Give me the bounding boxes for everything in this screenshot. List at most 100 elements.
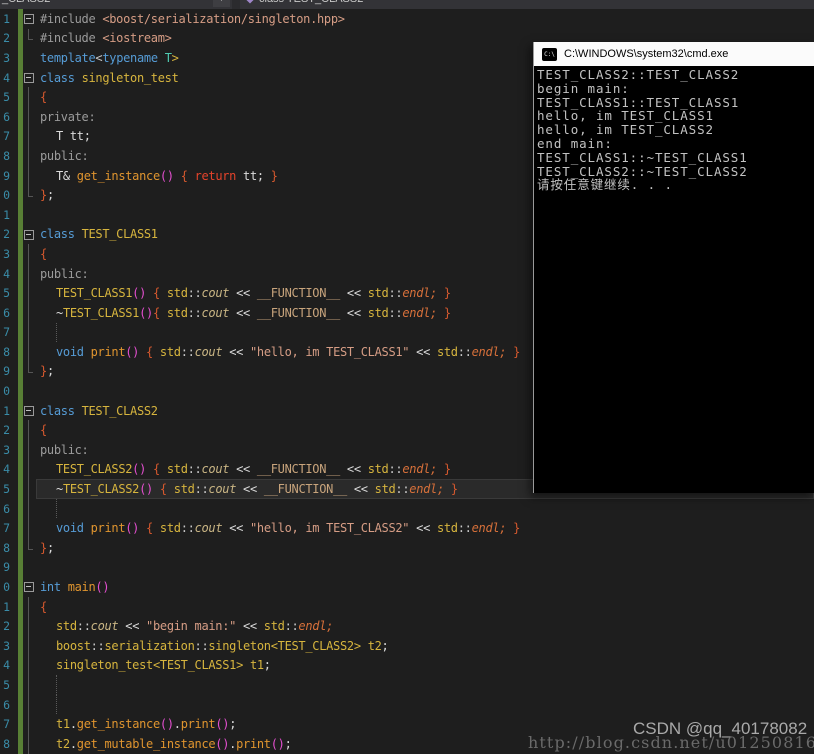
cmd-titlebar[interactable]: C:\ C:\WINDOWS\system32\cmd.exe <box>534 42 814 66</box>
class-icon <box>245 0 255 4</box>
code-line-text: TEST_CLASS2() { std::cout << __FUNCTION_… <box>36 462 451 476</box>
code-line-text: public: <box>36 443 89 457</box>
line-number: 1 <box>3 599 10 614</box>
code-token: return <box>194 168 237 183</box>
fold-guide <box>23 733 36 754</box>
code-token: singleton_test <box>81 70 179 85</box>
code-token: __FUNCTION__ <box>256 286 340 301</box>
code-token: void <box>56 344 91 359</box>
code-line-text: ~TEST_CLASS2() { std::cout << __FUNCTION… <box>36 482 458 496</box>
code-token: () <box>125 344 140 359</box>
fold-guide <box>23 146 36 166</box>
code-token: > <box>353 638 361 653</box>
fold-collapse-icon[interactable] <box>23 9 36 29</box>
line-number: 1 <box>3 403 10 418</box>
code-line-text: public: <box>36 149 89 163</box>
code-token: std <box>159 344 181 359</box>
code-line: 7 void print() { std::cout << "hello, im … <box>0 518 814 539</box>
code-token: :: <box>180 344 195 359</box>
code-line-text: int main() <box>36 580 110 595</box>
fold-guide <box>23 381 36 401</box>
code-token: . <box>173 717 181 732</box>
member-dropdown[interactable]: _CLASS2 <box>0 0 232 9</box>
type-dropdown-label: class TEST_CLASS2 <box>259 0 363 5</box>
code-line-text: T& get_instance() { return tt; } <box>36 169 278 183</box>
code-line-text: class singleton_test <box>36 71 179 85</box>
code-token: << <box>118 619 147 634</box>
code-token: T tt; <box>56 129 91 144</box>
code-token: () <box>159 168 174 183</box>
line-number: 7 <box>3 129 10 144</box>
code-token: std <box>173 482 195 497</box>
code-token: "hello, im TEST_CLASS1" <box>249 344 410 359</box>
fold-guide <box>23 126 36 147</box>
code-token: } <box>443 305 451 320</box>
code-token: endl; <box>409 482 444 497</box>
code-token: __FUNCTION__ <box>256 305 340 320</box>
line-number: 5 <box>3 482 10 497</box>
console-output[interactable]: TEST_CLASS2::TEST_CLASS2 begin main: TEST_… <box>534 66 814 493</box>
fold-collapse-icon[interactable] <box>23 401 36 421</box>
code-token: print <box>90 344 126 359</box>
code-token: () <box>139 482 153 497</box>
code-token: :: <box>284 619 299 634</box>
code-token: cout <box>201 305 230 320</box>
code-token: :: <box>388 462 403 477</box>
chevron-down-icon[interactable]: ▼ <box>213 0 230 7</box>
console-line: hello, im TEST_CLASS1 <box>537 108 714 124</box>
code-token: << <box>346 482 375 497</box>
fold-guide <box>23 283 36 303</box>
line-number: 6 <box>3 501 10 516</box>
code-token: get_mutable_instance <box>76 736 216 751</box>
code-line-text: template<typename T> <box>36 51 179 65</box>
line-number: 2 <box>3 423 10 438</box>
code-token: << <box>229 462 257 477</box>
code-token: cout <box>201 286 230 301</box>
code-token: tt; <box>236 168 271 183</box>
code-token: std <box>374 482 396 497</box>
code-token: std <box>166 286 188 301</box>
fold-guide <box>23 596 36 617</box>
fold-collapse-icon[interactable] <box>23 577 36 597</box>
code-token: t2 <box>56 736 70 751</box>
code-token: ; <box>229 717 237 732</box>
code-token: { <box>146 344 153 359</box>
code-token: () <box>159 717 174 732</box>
line-number: 5 <box>3 677 10 692</box>
code-token: << <box>340 305 368 320</box>
code-token: TEST_CLASS1 <box>159 658 237 673</box>
fold-guide <box>23 518 36 538</box>
code-line-text: #include <boost/serialization/singleton.… <box>36 12 345 26</box>
code-token: :: <box>187 286 202 301</box>
line-number: 6 <box>3 697 10 712</box>
type-dropdown[interactable]: class TEST_CLASS2 <box>240 0 814 9</box>
line-number: 4 <box>3 658 10 673</box>
fold-collapse-icon[interactable] <box>23 68 36 88</box>
fold-collapse-icon[interactable] <box>23 225 36 245</box>
code-token: t1 <box>56 717 70 732</box>
code-line-text: std::cout << "begin main:" << std::endl; <box>36 619 333 633</box>
code-token: << <box>340 286 368 301</box>
code-token: () <box>125 521 140 536</box>
fold-guide <box>23 498 36 519</box>
line-number: 1 <box>3 11 10 26</box>
code-token: cout <box>194 344 223 359</box>
code-token: ~ <box>56 305 63 320</box>
code-line-text: public: <box>36 267 89 281</box>
watermark-url: http://blog.csdn.net/u012508160 <box>528 733 814 752</box>
fold-guide <box>23 440 36 460</box>
code-token: int <box>40 580 68 595</box>
code-token: main <box>67 580 96 595</box>
console-line: begin main: <box>537 80 630 96</box>
code-token: () <box>215 736 230 751</box>
line-number: 8 <box>3 540 10 555</box>
code-token: { <box>159 482 167 497</box>
code-token: t1 <box>249 658 264 673</box>
